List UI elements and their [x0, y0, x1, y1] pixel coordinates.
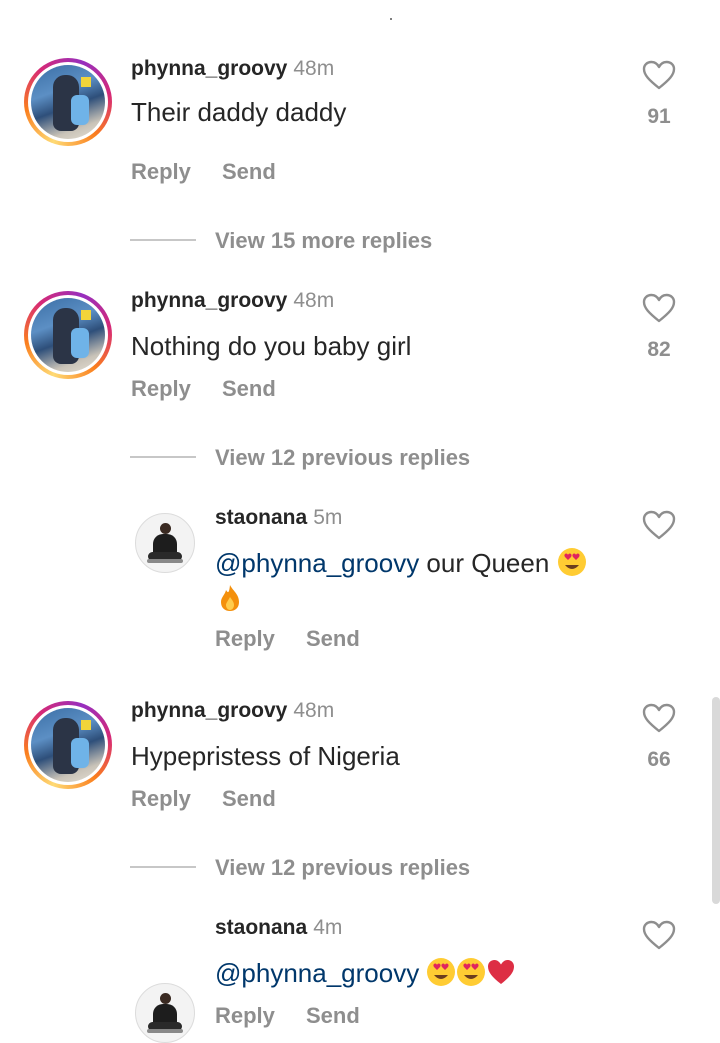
reply-text: @phynna_groovy our Queen: [215, 545, 625, 617]
reply-button[interactable]: Reply: [215, 626, 275, 652]
reply-button[interactable]: Reply: [215, 1003, 275, 1029]
username[interactable]: phynna_groovy: [131, 699, 287, 722]
heart-icon[interactable]: [642, 293, 676, 323]
view-replies-button[interactable]: View 12 previous replies: [215, 855, 470, 881]
username[interactable]: phynna_groovy: [131, 289, 287, 312]
send-button[interactable]: Send: [306, 626, 360, 652]
fire-emoji: [221, 585, 239, 611]
replies-divider: [130, 866, 196, 868]
avatar[interactable]: [24, 701, 112, 789]
avatar[interactable]: [135, 983, 195, 1043]
mention-link[interactable]: @phynna_groovy: [215, 958, 419, 988]
scroll-indicator-dot: [390, 18, 392, 20]
scrollbar[interactable]: [712, 697, 720, 904]
heart-eyes-emoji: [557, 548, 586, 576]
heart-icon[interactable]: [642, 60, 676, 90]
username[interactable]: staonana: [215, 916, 307, 939]
red-heart-emoji: [488, 960, 515, 984]
comment-header: phynna_groovy 48m: [131, 57, 334, 81]
reply-button[interactable]: Reply: [131, 376, 191, 402]
heart-eyes-emoji: [427, 958, 456, 986]
mention-link[interactable]: @phynna_groovy: [215, 548, 419, 578]
view-replies-button[interactable]: View 12 previous replies: [215, 445, 470, 471]
like-count: 66: [647, 748, 671, 771]
comment-text: Hypepristess of Nigeria: [131, 741, 400, 771]
reply-header: staonana 4m: [215, 916, 342, 940]
comment-time: 48m: [293, 57, 335, 80]
send-button[interactable]: Send: [222, 376, 276, 402]
send-button[interactable]: Send: [222, 159, 276, 185]
comment-time: 48m: [293, 699, 335, 722]
reply-body: our Queen: [419, 548, 550, 578]
username[interactable]: staonana: [215, 506, 307, 529]
comment-header: phynna_groovy 48m: [131, 289, 334, 313]
reply-body: [419, 958, 426, 988]
comment-text: Their daddy daddy: [131, 97, 347, 127]
heart-eyes-emoji: [457, 958, 486, 986]
like-count: 91: [647, 105, 671, 128]
heart-icon[interactable]: [642, 920, 676, 950]
like-count: 82: [647, 338, 671, 361]
username[interactable]: phynna_groovy: [131, 57, 287, 80]
heart-icon[interactable]: [642, 510, 676, 540]
avatar[interactable]: [135, 513, 195, 573]
reply-time: 4m: [313, 916, 343, 939]
comment-time: 48m: [293, 289, 335, 312]
reply-header: staonana 5m: [215, 506, 342, 530]
send-button[interactable]: Send: [222, 786, 276, 812]
reply-text: @phynna_groovy: [215, 955, 625, 991]
replies-divider: [130, 456, 196, 458]
comment-header: phynna_groovy 48m: [131, 699, 334, 723]
reply-button[interactable]: Reply: [131, 786, 191, 812]
avatar[interactable]: [24, 58, 112, 146]
view-replies-button[interactable]: View 15 more replies: [215, 228, 432, 254]
replies-divider: [130, 239, 196, 241]
comment-text: Nothing do you baby girl: [131, 331, 412, 361]
reply-time: 5m: [313, 506, 343, 529]
reply-button[interactable]: Reply: [131, 159, 191, 185]
send-button[interactable]: Send: [306, 1003, 360, 1029]
avatar[interactable]: [24, 291, 112, 379]
heart-icon[interactable]: [642, 703, 676, 733]
